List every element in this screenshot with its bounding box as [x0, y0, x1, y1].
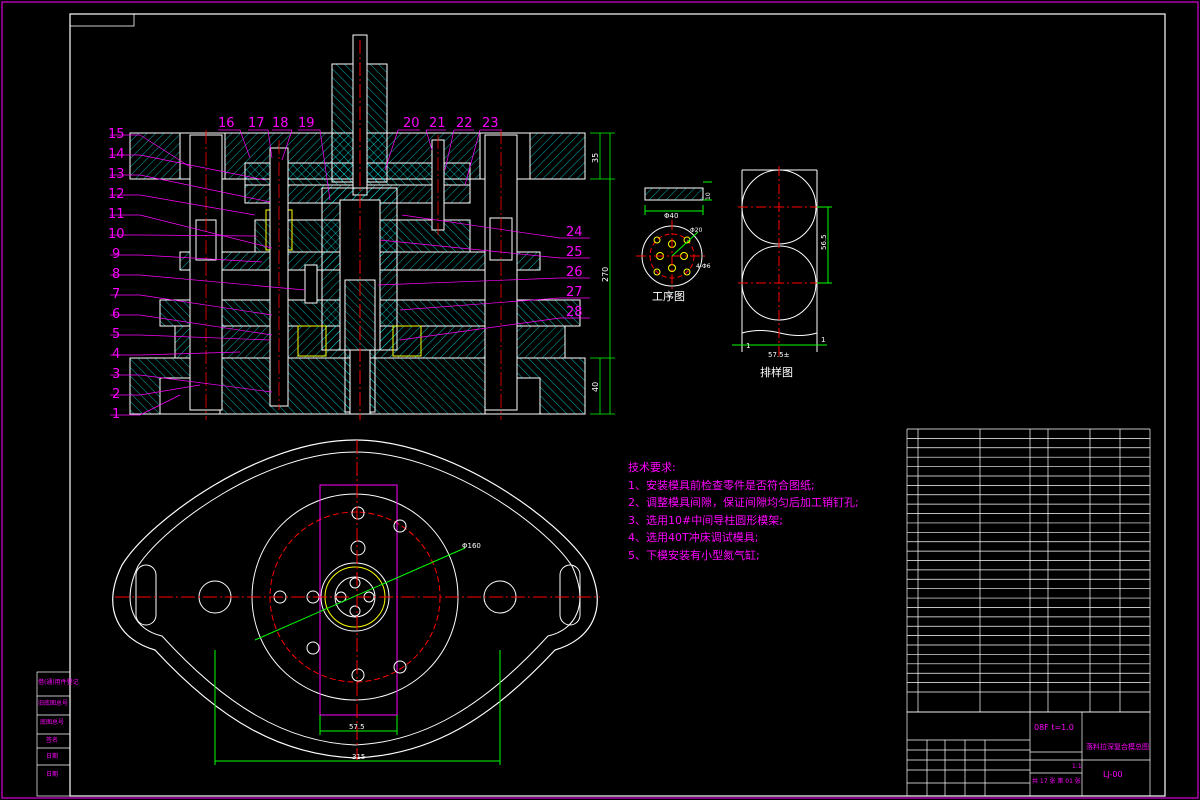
part-label-15: 15 [108, 127, 125, 142]
part-label-28: 28 [566, 305, 583, 320]
part-label-10: 10 [108, 227, 125, 242]
process-blank-dia: Φ40 [664, 212, 678, 220]
part-label-2: 2 [112, 387, 120, 402]
title-material: 08F t=1.0 [1034, 723, 1074, 732]
title-code: LJ-00 [1103, 770, 1123, 779]
part-label-17: 17 [248, 116, 265, 131]
part-label-26: 26 [566, 265, 583, 280]
strip-edge-left: 1 [746, 342, 750, 350]
plan-view [112, 439, 600, 765]
part-label-8: 8 [112, 267, 120, 282]
part-label-18: 18 [272, 116, 289, 131]
part-label-11: 11 [108, 207, 125, 222]
process-hole-dia: Φ20 [690, 227, 703, 234]
dim-bottom-height: 40 [591, 382, 600, 392]
strip-width: 57.5± [768, 351, 790, 359]
corner-box [69, 13, 135, 27]
tech-note-3: 3、选用10#中间导柱圆形模架; [628, 513, 783, 527]
part-label-13: 13 [108, 167, 125, 182]
part-label-7: 7 [112, 287, 120, 302]
part-label-6: 6 [112, 307, 120, 322]
plan-plate-width: 57.5 [349, 723, 365, 731]
tech-note-5: 5、下模安装有小型氮气缸; [628, 548, 760, 562]
plan-total-width: 315 [352, 753, 365, 761]
part-label-27: 27 [566, 285, 583, 300]
tech-note-4: 4、选用40T冲床调试模具; [628, 531, 759, 544]
process-view [636, 181, 712, 292]
strip-pitch: 56.5 [820, 234, 828, 250]
process-height: 10 [705, 192, 712, 200]
side-label-3: 签名 [46, 736, 58, 744]
part-label-4: 4 [112, 347, 120, 362]
title-scale: 1:1 [1072, 763, 1082, 770]
cad-drawing-sheet: 1 2 3 4 5 6 7 8 9 10 11 12 13 14 15 16 1… [1, 1, 1199, 799]
side-label-1: 旧底图总号 [38, 699, 68, 707]
part-label-25: 25 [566, 245, 583, 260]
part-label-22: 22 [456, 116, 473, 131]
part-label-9: 9 [112, 247, 120, 262]
title-block [906, 711, 1151, 797]
strip-edge-right: 1 [821, 336, 825, 344]
section-view [129, 34, 586, 420]
dim-total-height: 270 [601, 267, 610, 282]
plan-bolt-circle: Φ160 [462, 542, 481, 550]
layout-view-title: 排样图 [760, 365, 793, 379]
title-sheet: 共 17 张 第 01 张 [1032, 777, 1081, 785]
part-label-5: 5 [112, 327, 120, 342]
side-label-0: 借(通)用件登记 [38, 678, 79, 686]
part-label-21: 21 [429, 116, 446, 131]
side-label-5: 日期 [46, 770, 58, 778]
process-view-title: 工序图 [652, 289, 685, 303]
process-hole-count: 4-Φ6 [696, 263, 711, 270]
part-label-24: 24 [566, 225, 583, 240]
part-label-19: 19 [298, 116, 315, 131]
part-label-1: 1 [112, 407, 120, 422]
side-label-2: 底图总号 [40, 718, 64, 726]
part-label-23: 23 [482, 116, 499, 131]
part-label-16: 16 [218, 116, 235, 131]
bom-table [906, 428, 1151, 713]
technical-requirements: 技术要求: 1、安装模具前检查零件是否符合图纸; 2、调整模具间隙，保证间隙均匀… [628, 459, 859, 564]
tech-note-1: 1、安装模具前检查零件是否符合图纸; [628, 478, 815, 492]
strip-layout-view [732, 166, 832, 356]
part-label-14: 14 [108, 147, 125, 162]
tech-note-2: 2、调整模具间隙，保证间隙均匀后加工销钉孔; [628, 496, 859, 509]
tech-title: 技术要求: [628, 461, 676, 474]
side-label-4: 日期 [46, 752, 58, 760]
part-label-20: 20 [403, 116, 420, 131]
dim-top-height: 35 [591, 153, 600, 163]
part-label-12: 12 [108, 187, 125, 202]
title-name: 落料拉深复合模总图 [1086, 742, 1149, 751]
part-label-3: 3 [112, 367, 120, 382]
